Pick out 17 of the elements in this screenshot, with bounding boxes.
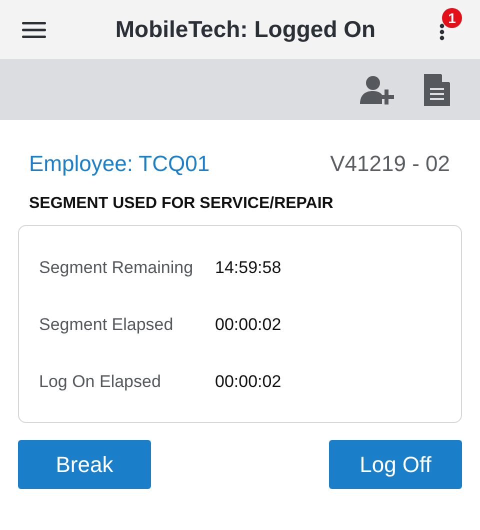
section-title: SEGMENT USED FOR SERVICE/REPAIR xyxy=(29,195,334,213)
vehicle-id: V41219 - 02 xyxy=(330,151,450,177)
timer-label: Log On Elapsed xyxy=(39,372,162,392)
menu-icon[interactable] xyxy=(22,20,46,38)
document-icon[interactable] xyxy=(424,74,450,106)
add-user-icon[interactable] xyxy=(360,74,396,104)
timer-value: 00:00:02 xyxy=(215,314,282,334)
log-off-button[interactable]: Log Off xyxy=(329,440,462,489)
more-options-icon[interactable] xyxy=(439,22,445,40)
app-title: MobileTech: Logged On xyxy=(114,16,377,43)
timer-label: Segment Elapsed xyxy=(39,314,174,334)
employee-label: Employee: TCQ01 xyxy=(29,151,210,177)
notification-badge: 1 xyxy=(442,8,462,28)
timer-value: 14:59:58 xyxy=(215,258,282,278)
timer-value: 00:00:02 xyxy=(215,372,282,392)
break-button[interactable]: Break xyxy=(18,440,151,489)
timer-label: Segment Remaining xyxy=(39,258,194,278)
